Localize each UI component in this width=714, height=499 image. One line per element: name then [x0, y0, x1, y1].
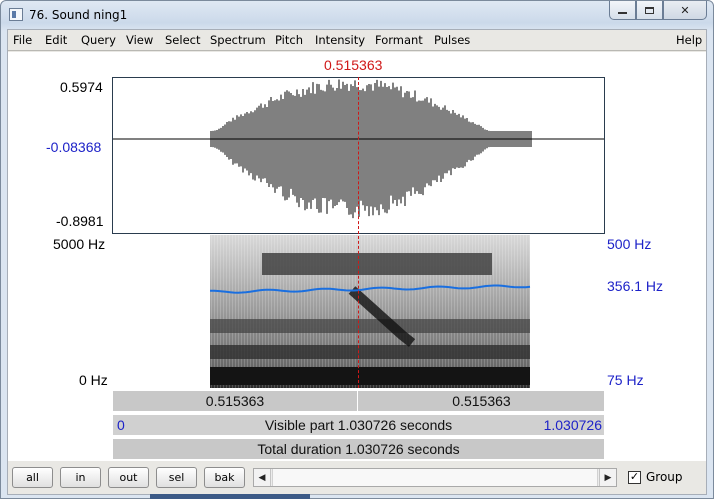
maximize-icon [645, 6, 654, 14]
bottom-toolbar: all in out sel bak ◀ ▶ ✓ Group [8, 462, 706, 494]
group-checkbox[interactable]: ✓ [628, 471, 641, 484]
menu-divider [8, 50, 706, 51]
visible-part-bar[interactable]: 0 Visible part 1.030726 seconds 1.030726 [112, 414, 605, 436]
zoom-selection-button[interactable]: sel [156, 467, 197, 488]
total-duration-bar[interactable]: Total duration 1.030726 seconds [112, 438, 605, 460]
window-controls: ✕ [609, 1, 707, 21]
zoom-all-button[interactable]: all [12, 467, 53, 488]
menu-edit[interactable]: Edit [45, 33, 67, 47]
title-bar[interactable]: 76. Sound ning1 ✕ [1, 1, 713, 29]
menu-formant[interactable]: Formant [375, 33, 423, 47]
close-button[interactable]: ✕ [663, 1, 707, 20]
sound-editor-window: 76. Sound ning1 ✕ File Edit Query View S… [0, 0, 714, 499]
visible-part-text: Visible part 1.030726 seconds [264, 417, 453, 433]
waveform-zero-label: -0.08368 [46, 139, 102, 155]
right-segment-time: 0.515363 [452, 393, 511, 409]
zoom-out-button[interactable]: out [108, 467, 149, 488]
left-of-cursor-segment[interactable]: 0.515363 [113, 391, 358, 411]
close-icon: ✕ [680, 4, 690, 17]
visible-end-time: 1.030726 [543, 417, 602, 433]
zoom-back-button[interactable]: bak [204, 467, 245, 488]
scroll-right-arrow-icon[interactable]: ▶ [599, 469, 616, 486]
cursor-time-label: 0.515363 [324, 57, 383, 73]
zoom-in-button[interactable]: in [60, 467, 101, 488]
menu-intensity[interactable]: Intensity [315, 33, 365, 47]
menu-select[interactable]: Select [165, 33, 200, 47]
time-scrollbar[interactable]: ◀ ▶ [253, 468, 617, 487]
selection-time-bar[interactable]: 0.515363 0.515363 [112, 390, 605, 412]
left-segment-time: 0.515363 [205, 393, 265, 409]
window-title: 76. Sound ning1 [29, 8, 128, 22]
menu-query[interactable]: Query [81, 33, 116, 47]
menu-spectrum[interactable]: Spectrum [210, 33, 266, 47]
menu-bar: File Edit Query View Select Spectrum Pit… [8, 30, 706, 51]
pitch-bottom-label: 75 Hz [607, 372, 644, 388]
scroll-left-arrow-icon[interactable]: ◀ [254, 469, 271, 486]
total-duration-text: Total duration 1.030726 seconds [257, 441, 460, 457]
minimize-button[interactable] [609, 1, 636, 20]
menu-pitch[interactable]: Pitch [275, 33, 303, 47]
minimize-icon [618, 11, 627, 14]
waveform-trace [210, 79, 532, 219]
spectrogram-bottom-label: 0 Hz [79, 372, 108, 388]
maximize-button[interactable] [636, 1, 663, 20]
menu-file[interactable]: File [13, 33, 32, 47]
praat-app-icon [9, 8, 23, 21]
cursor-line [358, 77, 359, 388]
formant-band-low [210, 345, 530, 359]
formant-band-mid [210, 319, 530, 333]
spectrogram-top-label: 5000 Hz [53, 236, 106, 252]
waveform-min-label: -0.8981 [56, 213, 104, 229]
pitch-top-label: 500 Hz [607, 236, 652, 252]
group-label: Group [646, 470, 683, 484]
waveform-max-label: 0.5974 [60, 79, 103, 95]
right-of-cursor-segment[interactable]: 0.515363 [359, 391, 604, 411]
fundamental-band [210, 367, 530, 385]
editor-client-area: File Edit Query View Select Spectrum Pit… [7, 29, 707, 495]
pitch-value-label: 356.1 Hz [607, 278, 664, 294]
menu-pulses[interactable]: Pulses [434, 33, 470, 47]
background-window-strip [150, 494, 310, 499]
editor-canvas[interactable]: 0.515363 0.5974 -0.08368 -0.8981 5000 Hz… [8, 52, 706, 461]
scrollbar-thumb[interactable] [272, 469, 598, 486]
formant-band-high [262, 253, 492, 275]
menu-help[interactable]: Help [676, 33, 702, 47]
menu-view[interactable]: View [126, 33, 153, 47]
